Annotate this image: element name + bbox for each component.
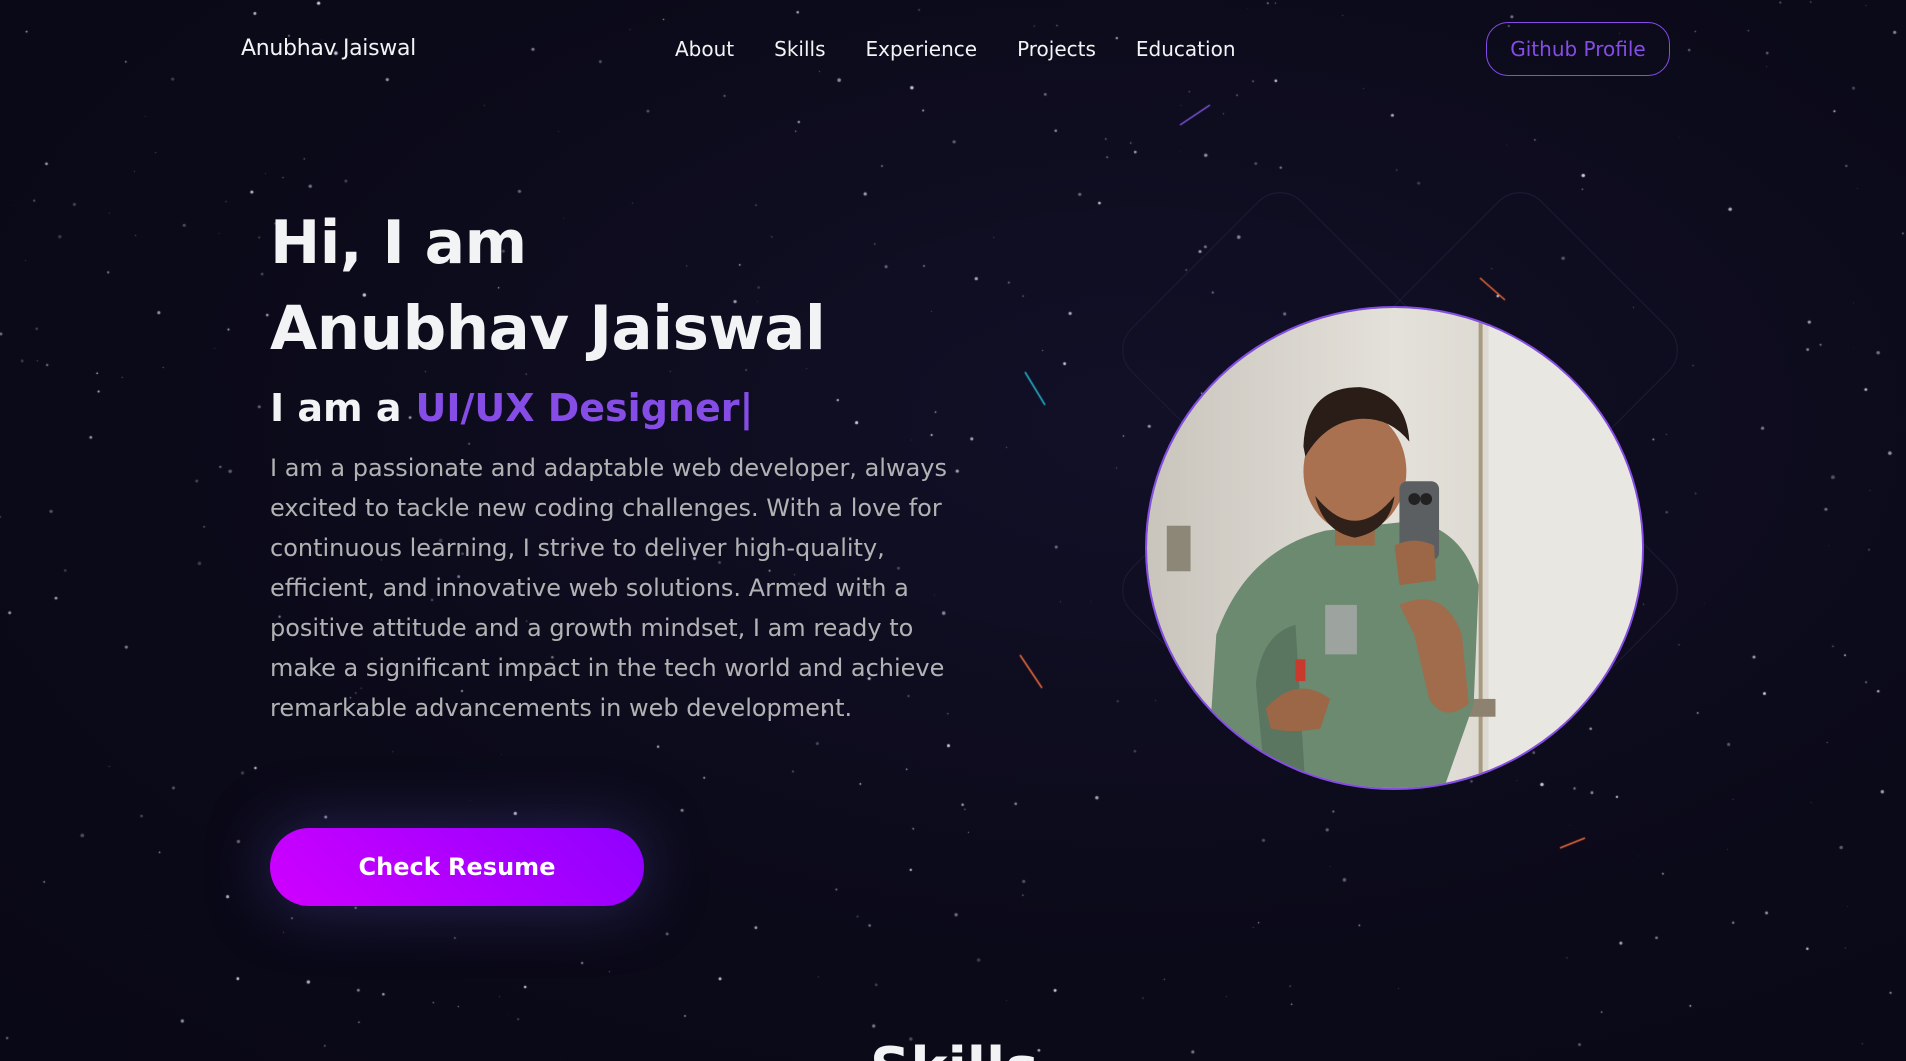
profile-photo xyxy=(1145,306,1644,790)
nav-links: About Skills Experience Projects Educati… xyxy=(675,37,1236,61)
nav-link-skills[interactable]: Skills xyxy=(774,37,825,61)
hero-greeting: Hi, I am xyxy=(270,208,527,278)
github-profile-button[interactable]: Github Profile xyxy=(1486,22,1670,76)
top-navbar: Anubhav Jaiswal About Skills Experience … xyxy=(0,0,1906,100)
brand-logo-text[interactable]: Anubhav Jaiswal xyxy=(241,36,416,61)
skills-section-title-peek: Skills xyxy=(870,1036,1039,1061)
nav-link-about[interactable]: About xyxy=(675,37,734,61)
role-prefix: I am a xyxy=(270,386,402,430)
nav-link-projects[interactable]: Projects xyxy=(1017,37,1096,61)
hero-role-line: I am a UI/UX Designer| xyxy=(270,386,990,430)
hero-name: Anubhav Jaiswal xyxy=(270,293,826,364)
nav-link-education[interactable]: Education xyxy=(1136,37,1236,61)
portfolio-page: Anubhav Jaiswal About Skills Experience … xyxy=(0,0,1906,1061)
hero-description: I am a passionate and adaptable web deve… xyxy=(270,454,947,722)
hero-text-section: Hi, I am Anubhav Jaiswal I am a UI/UX De… xyxy=(270,200,990,752)
role-typed-text: UI/UX Designer| xyxy=(415,386,754,430)
profile-photo-illustration xyxy=(1147,308,1642,788)
nav-link-experience[interactable]: Experience xyxy=(866,37,978,61)
check-resume-button[interactable]: Check Resume xyxy=(270,828,644,906)
